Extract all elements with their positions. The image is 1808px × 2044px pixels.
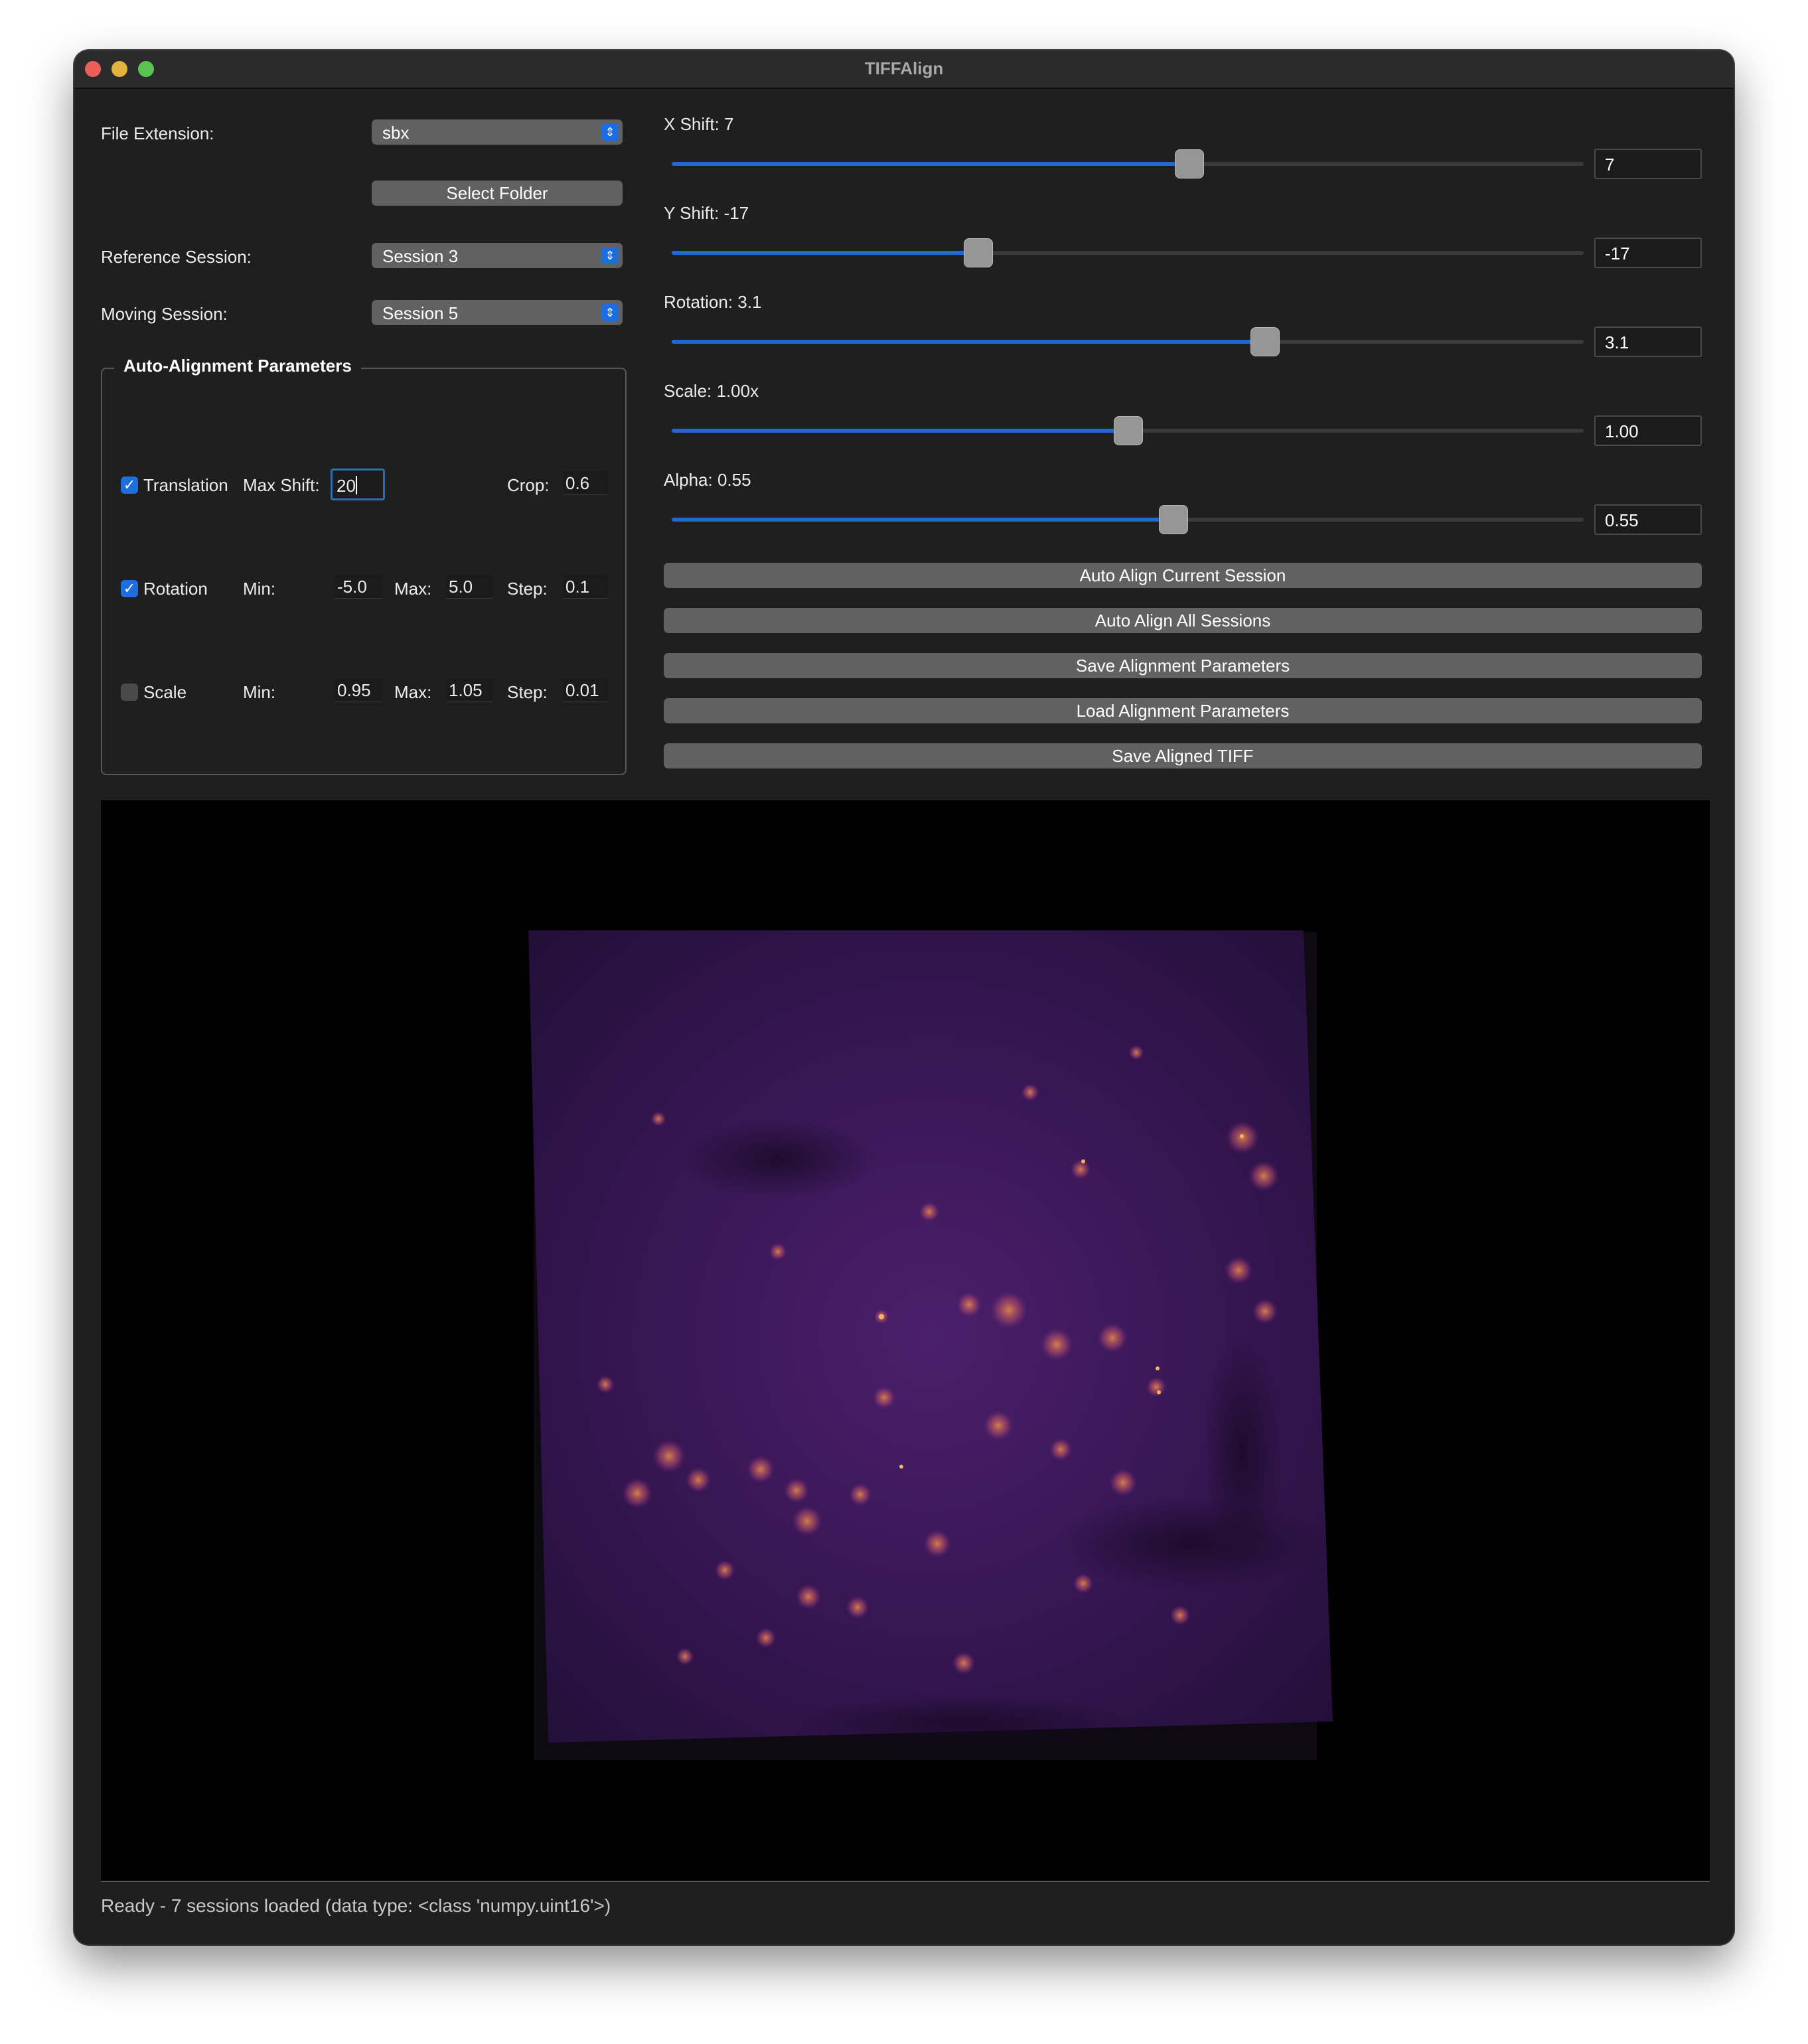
auto-alignment-group — [101, 368, 627, 775]
rotation-max-input[interactable]: 5.0 — [446, 575, 492, 599]
slider-handle[interactable] — [1250, 327, 1280, 356]
moving-session-label: Moving Session: — [101, 304, 228, 324]
slider-handle[interactable] — [963, 238, 993, 267]
max-shift-input[interactable]: 20 — [331, 469, 385, 500]
alpha-value-input[interactable]: 0.55 — [1594, 504, 1702, 535]
rotation-slider[interactable] — [672, 327, 1584, 356]
chevron-up-down-icon: ⇕ — [601, 304, 619, 321]
save-parameters-button[interactable]: Save Alignment Parameters — [664, 653, 1702, 678]
rotation-value-input[interactable]: 3.1 — [1594, 327, 1702, 357]
rotation-min-label: Min: — [243, 579, 276, 599]
image-canvas[interactable] — [101, 800, 1710, 1881]
moving-image — [528, 930, 1333, 1743]
file-extension-value: sbx — [382, 123, 410, 143]
x-shift-input[interactable]: 7 — [1594, 149, 1702, 179]
scale-min-input[interactable]: 0.95 — [335, 678, 382, 702]
scale-value-input[interactable]: 1.00 — [1594, 415, 1702, 446]
load-parameters-button[interactable]: Load Alignment Parameters — [664, 698, 1702, 723]
auto-align-all-button[interactable]: Auto Align All Sessions — [664, 608, 1702, 633]
y-shift-input[interactable]: -17 — [1594, 238, 1702, 268]
max-shift-value: 20 — [337, 476, 356, 496]
scale-max-input[interactable]: 1.05 — [446, 678, 492, 702]
max-shift-label: Max Shift: — [243, 475, 320, 495]
reference-session-value: Session 3 — [382, 246, 459, 266]
rotation-label: Rotation — [143, 579, 208, 599]
scale-step-input[interactable]: 0.01 — [563, 678, 608, 702]
rotation-slider-label: Rotation: 3.1 — [664, 292, 762, 312]
crop-input[interactable]: 0.6 — [563, 471, 608, 495]
app-window: TIFFAlign File Extension: sbx ⇕ Select F… — [74, 50, 1734, 1944]
translation-checkbox[interactable]: ✓ — [121, 476, 138, 494]
rotation-checkbox[interactable]: ✓ — [121, 580, 138, 597]
chevron-up-down-icon: ⇕ — [601, 247, 619, 264]
slider-fill — [672, 340, 1266, 344]
alpha-slider-label: Alpha: 0.55 — [664, 470, 751, 490]
text-caret — [355, 476, 357, 494]
reference-session-label: Reference Session: — [101, 247, 252, 267]
alpha-slider[interactable] — [672, 505, 1584, 534]
scale-label: Scale — [143, 682, 187, 702]
aligned-image-preview — [528, 930, 1333, 1760]
scale-checkbox[interactable] — [121, 684, 138, 701]
slider-handle[interactable] — [1114, 416, 1144, 445]
slider-handle[interactable] — [1158, 505, 1188, 534]
moving-session-combo[interactable]: Session 5 ⇕ — [372, 300, 623, 325]
slider-fill — [672, 429, 1129, 433]
translation-label: Translation — [143, 475, 228, 495]
title-bar: TIFFAlign — [74, 50, 1734, 89]
reference-session-combo[interactable]: Session 3 ⇕ — [372, 243, 623, 268]
scale-min-label: Min: — [243, 682, 276, 702]
slider-fill — [672, 162, 1190, 166]
chevron-up-down-icon: ⇕ — [601, 123, 619, 141]
auto-alignment-title: Auto-Alignment Parameters — [114, 356, 361, 376]
slider-handle[interactable] — [1175, 149, 1205, 179]
scale-max-label: Max: — [394, 682, 432, 702]
slider-fill — [672, 518, 1173, 522]
rotation-min-input[interactable]: -5.0 — [335, 575, 382, 599]
select-folder-button[interactable]: Select Folder — [372, 181, 623, 206]
auto-align-current-button[interactable]: Auto Align Current Session — [664, 563, 1702, 588]
slider-fill — [672, 251, 978, 255]
moving-session-value: Session 5 — [382, 303, 459, 323]
window-title: TIFFAlign — [864, 58, 944, 78]
scale-slider[interactable] — [672, 416, 1584, 445]
save-aligned-tiff-button[interactable]: Save Aligned TIFF — [664, 743, 1702, 768]
y-shift-slider[interactable] — [672, 238, 1584, 267]
rotation-step-label: Step: — [507, 579, 548, 599]
scale-slider-label: Scale: 1.00x — [664, 381, 759, 401]
y-shift-label: Y Shift: -17 — [664, 203, 749, 223]
rotation-step-input[interactable]: 0.1 — [563, 575, 608, 599]
x-shift-label: X Shift: 7 — [664, 114, 734, 134]
scale-step-label: Step: — [507, 682, 548, 702]
crop-label: Crop: — [507, 475, 550, 495]
rotation-max-label: Max: — [394, 579, 432, 599]
status-bar: Ready - 7 sessions loaded (data type: <c… — [101, 1895, 611, 1916]
x-shift-slider[interactable] — [672, 149, 1584, 179]
file-extension-combo[interactable]: sbx ⇕ — [372, 119, 623, 145]
status-separator — [101, 1881, 1710, 1882]
file-extension-label: File Extension: — [101, 123, 214, 143]
